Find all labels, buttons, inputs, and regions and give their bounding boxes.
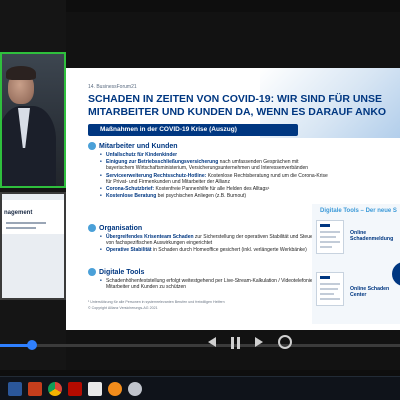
chat-icon[interactable] (88, 382, 102, 396)
media-icon[interactable] (108, 382, 122, 396)
list-item: • Operative Stabilität in Schaden durch H… (100, 247, 307, 254)
list-item: • Kostenlose Beratung bei psychischen Anl… (100, 193, 247, 200)
slide: 14. BusinessForum21 SCHADEN IN ZEITEN VO… (66, 68, 400, 330)
shared-screen-thumbnail[interactable]: nagement (0, 192, 66, 300)
copyright: © Copyright Allianz Versicherungs-AG 202… (88, 306, 158, 310)
section-mitarbeiter-kunden: Mitarbeiter und Kunden • Unfallschutz für… (88, 142, 328, 200)
slide-number: 14. BusinessForum21 (88, 84, 137, 90)
list-item: • Unfallschutz für Kindenkinder (100, 152, 178, 158)
section-title: Organisation (99, 224, 143, 232)
section-title: Digitale Tools (99, 268, 145, 276)
schadenmeldung-screenshot (316, 220, 344, 254)
taskbar (0, 376, 400, 400)
digital-tools-title: Digitale Tools – Der neue S (320, 208, 397, 214)
measures-tab: Maßnahmen in der COVID-19 Krise (Auszug) (88, 124, 298, 136)
list-item: • Übergreifendes Krisenteam Schaden zur S… (100, 234, 323, 247)
progress-bar[interactable] (0, 340, 400, 350)
section-digitale-tools: Digitale Tools • Schadenhöhenfeststellung… (88, 268, 328, 291)
list-item: • Schadenhöhenfeststellung erfolgt weites… (100, 278, 323, 291)
thumbnail-line (6, 222, 46, 224)
tool-label: Online Schaden Center (350, 286, 390, 299)
pause-icon[interactable] (228, 335, 244, 351)
chrome-icon[interactable] (48, 382, 62, 396)
section-title: Mitarbeiter und Kunden (99, 142, 178, 150)
thumbnail-line (6, 227, 36, 229)
laptop-icon (88, 268, 96, 276)
digital-tools-panel: Digitale Tools – Der neue S Online Schad… (312, 204, 400, 324)
previous-icon[interactable] (206, 335, 220, 349)
word-icon[interactable] (8, 382, 22, 396)
tool-label: Online Schadenmeldung (350, 230, 394, 243)
speaker-hair (6, 66, 36, 80)
list-item: • Corona-Schutzbrief: Kostenfreie Pannenh… (100, 186, 270, 193)
slide-nav-shape (392, 262, 400, 286)
schaden-center-screenshot (316, 272, 344, 306)
progress-handle[interactable] (27, 340, 37, 350)
speaker-video-tile[interactable] (0, 52, 66, 188)
browser-icon[interactable] (128, 382, 142, 396)
slide-title-line: MITARBEITER UND KUNDEN DA, WENN ES DARAU… (88, 106, 387, 118)
powerpoint-icon[interactable] (28, 382, 42, 396)
slide-title-line: SCHADEN IN ZEITEN VON COVID-19: WIR SIND… (88, 93, 383, 105)
acrobat-icon[interactable] (68, 382, 82, 396)
slide-title: SCHADEN IN ZEITEN VON COVID-19: WIR SIND… (88, 93, 400, 119)
footnote: ¹ Unterstützung für alle Personen in sys… (88, 300, 225, 304)
section-organisation: Organisation • Übergreifendes Krisenteam … (88, 224, 328, 255)
participant-panel: nagement (0, 0, 66, 370)
list-item: • Einigung zur Betriebsschließungsversich… (100, 159, 309, 172)
next-icon[interactable] (252, 335, 266, 349)
list-item: • Serviceerweiterung Rechtsschutz-Hotline… (100, 172, 328, 185)
gear-icon (88, 224, 96, 232)
audio-icon[interactable] (276, 333, 292, 349)
thumbnail-label: nagement (4, 210, 33, 216)
presentation-area: 14. BusinessForum21 SCHADEN IN ZEITEN VO… (66, 12, 400, 370)
people-icon (88, 142, 96, 150)
thumbnail-header: nagement (2, 200, 64, 234)
